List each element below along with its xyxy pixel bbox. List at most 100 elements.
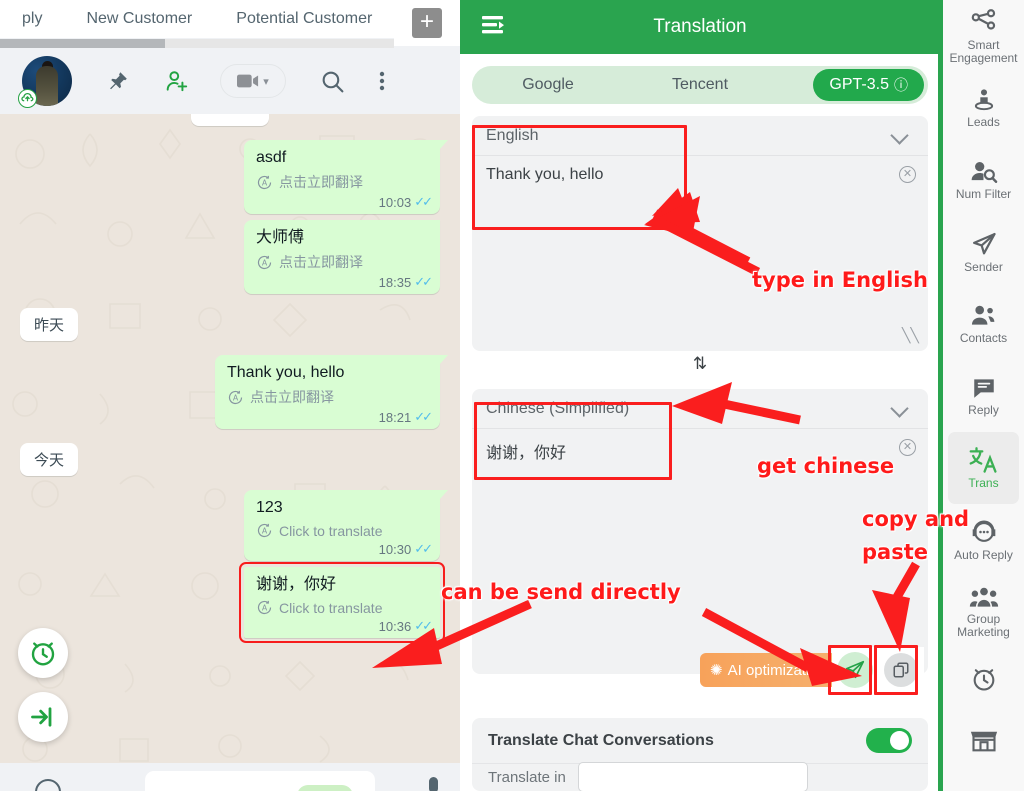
message-bubble[interactable]: asdf A 点击立即翻译 10:03 ✓✓ <box>244 140 448 214</box>
read-receipt-icon: ✓✓ <box>414 409 433 424</box>
message-meta: 18:35 ✓✓ <box>256 274 433 290</box>
pin-icon[interactable] <box>106 69 130 93</box>
tabs-scroll-thumb[interactable] <box>0 39 165 48</box>
engine-option-gpt35[interactable]: GPT-3.5 ⓘ <box>813 69 924 101</box>
rail-label: Contacts <box>959 331 1008 345</box>
translate-chat-toggle[interactable] <box>866 728 912 753</box>
rail-item-contacts[interactable]: Contacts <box>943 288 1024 360</box>
reminder-icon[interactable] <box>18 628 68 678</box>
message-text: Thank you, hello <box>227 364 345 381</box>
message-bubble-highlighted[interactable]: 谢谢，你好 A Click to translate 10:36 ✓✓ <box>239 562 445 643</box>
menu-collapse-icon[interactable] <box>482 14 508 41</box>
rail-item-group-marketing[interactable]: Group Marketing <box>943 576 1024 648</box>
rail-label: Smart Engagement <box>949 37 1018 65</box>
swap-languages-button[interactable]: ⇅ <box>460 351 940 377</box>
sparkle-icon: ✺ <box>710 662 723 679</box>
translate-hint[interactable]: A 点击立即翻译 <box>256 252 430 272</box>
add-tab-button[interactable]: + <box>412 8 442 38</box>
rail-item-num-filter[interactable]: Num Filter <box>943 144 1024 216</box>
annotation-label: copy and <box>862 507 970 531</box>
chevron-down-icon[interactable] <box>890 399 909 418</box>
translate-in-select[interactable] <box>577 762 808 791</box>
person-search-icon <box>971 161 997 183</box>
date-pill-partial <box>191 114 269 126</box>
search-icon[interactable] <box>320 69 345 94</box>
translate-circle-icon: A <box>228 390 243 404</box>
resize-grip-icon[interactable]: ╱╱ <box>902 327 919 344</box>
engine-option-google[interactable]: Google <box>472 76 624 94</box>
rail-label: Group Marketing <box>957 611 1010 639</box>
read-receipt-icon: ✓✓ <box>414 274 433 289</box>
rail-item-smart-engagement[interactable]: Smart Engagement <box>943 0 1024 72</box>
annotation-label: type in English <box>752 268 928 292</box>
translate-hint[interactable]: A Click to translate <box>256 599 430 616</box>
svg-text:A: A <box>262 526 268 535</box>
message-text: 谢谢，你好 <box>256 576 337 593</box>
rail-label: Num Filter <box>955 187 1012 201</box>
rail-item-store[interactable] <box>943 710 1024 772</box>
svg-text:A: A <box>233 393 239 402</box>
lead-person-icon <box>974 89 993 111</box>
rail-label: Trans <box>968 476 999 490</box>
message-time: 18:35 <box>378 274 412 290</box>
translate-circle-icon: A <box>257 523 272 538</box>
rail-item-sender[interactable]: Sender <box>943 216 1024 288</box>
translate-hint[interactable]: A Click to translate <box>256 522 430 539</box>
translate-icon <box>969 447 997 473</box>
upload-cloud-icon[interactable] <box>18 89 37 108</box>
rail-item-reply[interactable]: Reply <box>943 360 1024 432</box>
rail-item-leads[interactable]: Leads <box>943 72 1024 144</box>
translation-header: Translation <box>460 0 940 54</box>
tabs-horizontal-scrollbar[interactable] <box>0 39 394 48</box>
tab-potential-customer[interactable]: Potential Customer <box>214 0 394 38</box>
translate-hint-text: 点击立即翻译 <box>250 389 334 405</box>
message-meta: 18:21 ✓✓ <box>227 409 433 425</box>
add-contact-icon[interactable] <box>164 68 190 94</box>
tab-new-customer[interactable]: New Customer <box>64 0 214 38</box>
read-receipt-icon: ✓✓ <box>414 618 433 633</box>
translate-chip[interactable] <box>297 785 353 791</box>
message-text: 123 <box>256 499 283 516</box>
headset-chat-icon <box>972 520 995 542</box>
message-input[interactable] <box>145 771 375 791</box>
translate-hint[interactable]: A 点击立即翻译 <box>227 387 430 407</box>
info-icon[interactable]: ⓘ <box>894 75 908 95</box>
chat-reply-icon <box>973 379 994 398</box>
avatar-container[interactable] <box>18 56 72 108</box>
translate-circle-icon: A <box>257 255 272 269</box>
clear-target-icon[interactable]: ✕ <box>899 439 916 456</box>
tab-reply[interactable]: ply <box>0 0 64 38</box>
rail-label: Reply <box>968 403 999 417</box>
translate-hint[interactable]: A 点击立即翻译 <box>256 172 430 192</box>
chat-message-list[interactable]: asdf A 点击立即翻译 10:03 ✓✓ 大师傅 A 点击立即翻译 18:3… <box>0 114 460 763</box>
chat-header: ▾ <box>0 48 460 114</box>
ai-optimization-button[interactable]: ✺ AI optimization <box>700 653 836 687</box>
alarm-clock-icon <box>973 669 994 691</box>
message-bubble[interactable]: Thank you, hello A 点击立即翻译 18:21 ✓✓ <box>215 355 448 429</box>
read-receipt-icon: ✓✓ <box>414 194 433 209</box>
message-bubble[interactable]: 123 A Click to translate 10:30 ✓✓ <box>244 490 448 561</box>
microphone-icon[interactable] <box>429 777 438 791</box>
clear-source-icon[interactable]: ✕ <box>899 166 916 183</box>
message-bubble[interactable]: 大师傅 A 点击立即翻译 18:35 ✓✓ <box>244 220 440 294</box>
chevron-down-icon[interactable] <box>890 126 909 145</box>
engine-option-tencent[interactable]: Tencent <box>624 76 776 94</box>
panel-title: Translation <box>653 16 747 37</box>
rail-item-alarm[interactable] <box>943 648 1024 710</box>
translate-settings-card: Translate Chat Conversations Translate i… <box>472 718 928 791</box>
engine-selector: Google Tencent GPT-3.5 ⓘ <box>472 66 928 104</box>
annotation-label: get chinese <box>757 454 895 478</box>
chat-column: ply New Customer Potential Customer + ▾ … <box>0 0 460 791</box>
emoji-icon[interactable] <box>35 779 61 791</box>
date-separator: 今天 <box>20 443 79 476</box>
more-options-icon[interactable] <box>379 69 385 93</box>
translate-hint-text: Click to translate <box>279 522 383 539</box>
rail-item-trans[interactable]: Trans <box>948 432 1019 504</box>
translate-in-row: Translate in <box>472 762 928 791</box>
message-meta: 10:36 ✓✓ <box>256 618 433 634</box>
quick-enter-icon[interactable] <box>18 692 68 742</box>
svg-text:A: A <box>262 603 268 612</box>
read-receipt-icon: ✓✓ <box>414 541 433 556</box>
storefront-icon <box>970 731 997 752</box>
video-call-icon[interactable]: ▾ <box>220 64 286 98</box>
